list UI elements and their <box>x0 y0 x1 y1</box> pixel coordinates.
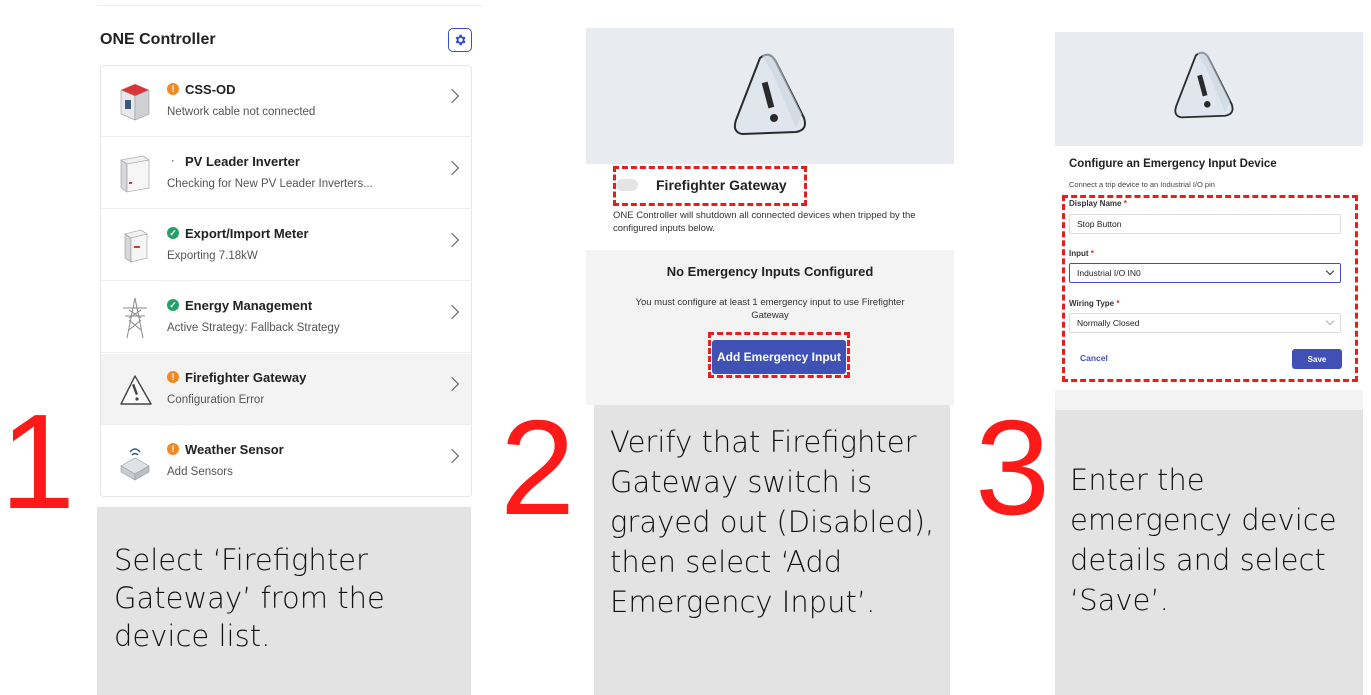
gear-icon <box>455 34 466 46</box>
warning-status-icon: ! <box>167 371 179 383</box>
highlight-add-button <box>708 332 850 378</box>
list-item-weather-sensor[interactable]: ! Weather Sensor Add Sensors <box>101 426 471 497</box>
chevron-right-icon <box>444 376 460 392</box>
inverter-icon <box>120 155 150 193</box>
enclosure-icon <box>120 84 150 121</box>
panel1-header: ONE Controller <box>100 28 472 58</box>
panel3-hero <box>1055 32 1363 146</box>
list-item-firefighter-gateway[interactable]: ! Firefighter Gateway Configuration Erro… <box>101 354 471 425</box>
device-list: ! CSS-OD Network cable not connected · P… <box>100 65 472 497</box>
step-2-caption: Verify that Firefighter Gateway switch i… <box>594 405 950 695</box>
chevron-right-icon <box>444 448 460 464</box>
device-status-text: Active Strategy: Fallback Strategy <box>167 322 340 334</box>
device-name: PV Leader Inverter <box>185 154 300 169</box>
empty-state-body: You must configure at least 1 emergency … <box>635 297 905 321</box>
ok-status-icon: ✓ <box>167 227 179 239</box>
device-status-text: Checking for New PV Leader Inverters... <box>167 178 373 190</box>
gateway-description: ONE Controller will shutdown all connect… <box>613 210 916 234</box>
pylon-icon <box>123 297 147 339</box>
highlight-toggle <box>613 166 807 206</box>
highlight-form <box>1062 195 1358 382</box>
device-name: Weather Sensor <box>185 442 284 457</box>
settings-button[interactable] <box>448 28 472 52</box>
step-2-caption-text: Verify that Firefighter Gateway switch i… <box>610 425 935 619</box>
panel2-empty-state: No Emergency Inputs Configured You must … <box>586 250 954 405</box>
step-number-2: 2 <box>500 392 576 543</box>
device-status-text: Network cable not connected <box>167 106 316 118</box>
form-title: Configure an Emergency Input Device <box>1069 158 1277 170</box>
chevron-right-icon <box>444 232 460 248</box>
device-name: CSS-OD <box>185 82 236 97</box>
list-item-css-od[interactable]: ! CSS-OD Network cable not connected <box>101 66 471 137</box>
device-name: Energy Management <box>185 298 313 313</box>
step-1-caption-text: Select ‘Firefighter Gateway’ from the de… <box>114 543 385 653</box>
chevron-right-icon <box>444 304 460 320</box>
list-item-export-import-meter[interactable]: ✓ Export/Import Meter Exporting 7.18kW <box>101 210 471 281</box>
chevron-right-icon <box>444 160 460 176</box>
neutral-status-icon: · <box>171 156 175 166</box>
device-status-text: Add Sensors <box>167 466 233 478</box>
warning-status-icon: ! <box>167 83 179 95</box>
step-number-3: 3 <box>975 392 1051 543</box>
panel2-hero <box>586 28 954 164</box>
step-number-1: 1 <box>0 386 76 537</box>
empty-state-title: No Emergency Inputs Configured <box>666 264 874 279</box>
form-subtitle: Connect a trip device to an Industrial I… <box>1069 180 1215 189</box>
ok-status-icon: ✓ <box>167 299 179 311</box>
panel3-footer <box>1055 390 1363 410</box>
step-1-caption: Select ‘Firefighter Gateway’ from the de… <box>97 507 471 695</box>
meter-icon <box>124 229 148 263</box>
chevron-right-icon <box>444 88 460 104</box>
device-name: Export/Import Meter <box>185 226 309 241</box>
weather-sensor-icon <box>120 448 150 481</box>
top-divider <box>98 5 482 6</box>
step-3-caption-text: Enter the emergency device details and s… <box>1070 463 1337 617</box>
warning-triangle-icon <box>120 375 152 405</box>
device-status-text: Exporting 7.18kW <box>167 250 258 262</box>
list-item-pv-leader-inverter[interactable]: · PV Leader Inverter Checking for New PV… <box>101 138 471 209</box>
page-title: ONE Controller <box>100 31 216 48</box>
list-item-energy-management[interactable]: ✓ Energy Management Active Strategy: Fal… <box>101 282 471 353</box>
warning-triangle-icon <box>1174 51 1234 119</box>
step-3-caption: Enter the emergency device details and s… <box>1055 410 1363 695</box>
warning-status-icon: ! <box>167 443 179 455</box>
warning-triangle-icon <box>733 52 806 135</box>
device-name: Firefighter Gateway <box>185 370 307 385</box>
device-status-text: Configuration Error <box>167 394 265 406</box>
